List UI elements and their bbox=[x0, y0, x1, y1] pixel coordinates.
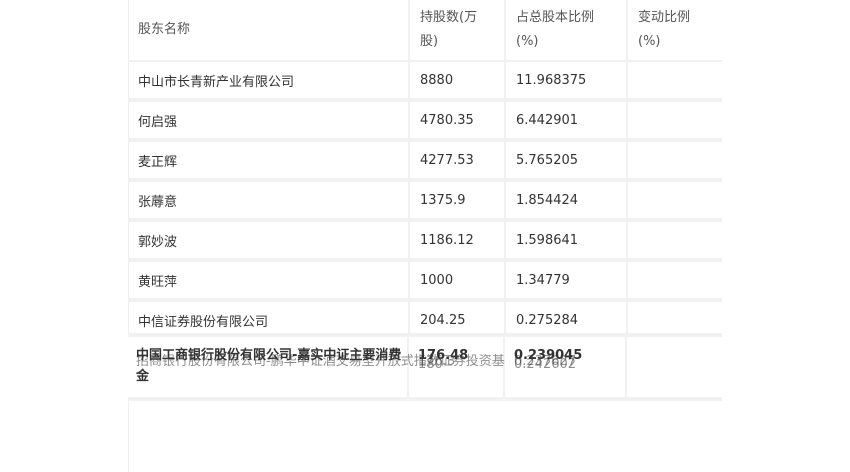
holder-change bbox=[627, 220, 722, 262]
table-row: 招商银行股份有限公司-鹏华中证酒交易型开放式指数证券投资基 176.3 0.23… bbox=[128, 351, 722, 391]
header-shares: 持股数(万股) bbox=[409, 0, 506, 62]
header-ratio: 占总股本比例(%) bbox=[505, 0, 628, 62]
overlapped-rows: 中国工商银行股份有限公司-嘉实中证主要消费 176.48 0.239045 金 … bbox=[128, 333, 722, 401]
holder-ratio: 0.237627 bbox=[514, 354, 577, 369]
table-row: 麦正辉 4277.53 5.765205 bbox=[128, 140, 722, 182]
holder-name: 麦正辉 bbox=[128, 140, 410, 182]
table-row: 张蓐意 1375.9 1.854424 bbox=[128, 180, 722, 222]
holder-ratio: 11.968375 bbox=[505, 61, 628, 102]
holder-shares: 8880 bbox=[409, 61, 506, 102]
table-row: 中山市长青新产业有限公司 8880 11.968375 bbox=[128, 61, 722, 102]
header-holder-name: 股东名称 bbox=[128, 0, 410, 62]
table-row: 郭妙波 1186.12 1.598641 bbox=[128, 220, 722, 262]
shareholders-table: 股东名称 持股数(万股) 占总股本比例(%) 变动比例(%) 中山市长青新产业有… bbox=[128, 0, 722, 342]
holder-change bbox=[627, 140, 722, 182]
holder-ratio: 1.854424 bbox=[505, 180, 628, 222]
holder-name: 中山市长青新产业有限公司 bbox=[128, 61, 410, 102]
holder-name: 郭妙波 bbox=[128, 220, 410, 262]
table-row: 何启强 4780.35 6.442901 bbox=[128, 100, 722, 142]
holder-change bbox=[627, 180, 722, 222]
holder-shares: 4277.53 bbox=[409, 140, 506, 182]
holder-ratio: 1.34779 bbox=[505, 260, 628, 302]
holder-name: 招商银行股份有限公司-鹏华中证酒交易型开放式指数证券投资基 bbox=[136, 354, 505, 369]
holder-name: 何启强 bbox=[128, 100, 410, 142]
holder-shares: 1000 bbox=[409, 260, 506, 302]
holder-change bbox=[627, 61, 722, 102]
header-change: 变动比例(%) bbox=[627, 0, 722, 62]
holder-shares: 176.3 bbox=[418, 354, 456, 369]
holder-change bbox=[627, 260, 722, 302]
table-row: 黄旺萍 1000 1.34779 bbox=[128, 260, 722, 302]
table-header-row: 股东名称 持股数(万股) 占总股本比例(%) 变动比例(%) bbox=[128, 0, 722, 62]
holder-ratio: 5.765205 bbox=[505, 140, 628, 182]
holder-shares: 4780.35 bbox=[409, 100, 506, 142]
holder-shares: 1186.12 bbox=[409, 220, 506, 262]
holder-change bbox=[627, 100, 722, 142]
holder-name: 黄旺萍 bbox=[128, 260, 410, 302]
holder-name: 张蓐意 bbox=[128, 180, 410, 222]
holder-ratio: 1.598641 bbox=[505, 220, 628, 262]
holder-shares: 1375.9 bbox=[409, 180, 506, 222]
holder-ratio: 6.442901 bbox=[505, 100, 628, 142]
